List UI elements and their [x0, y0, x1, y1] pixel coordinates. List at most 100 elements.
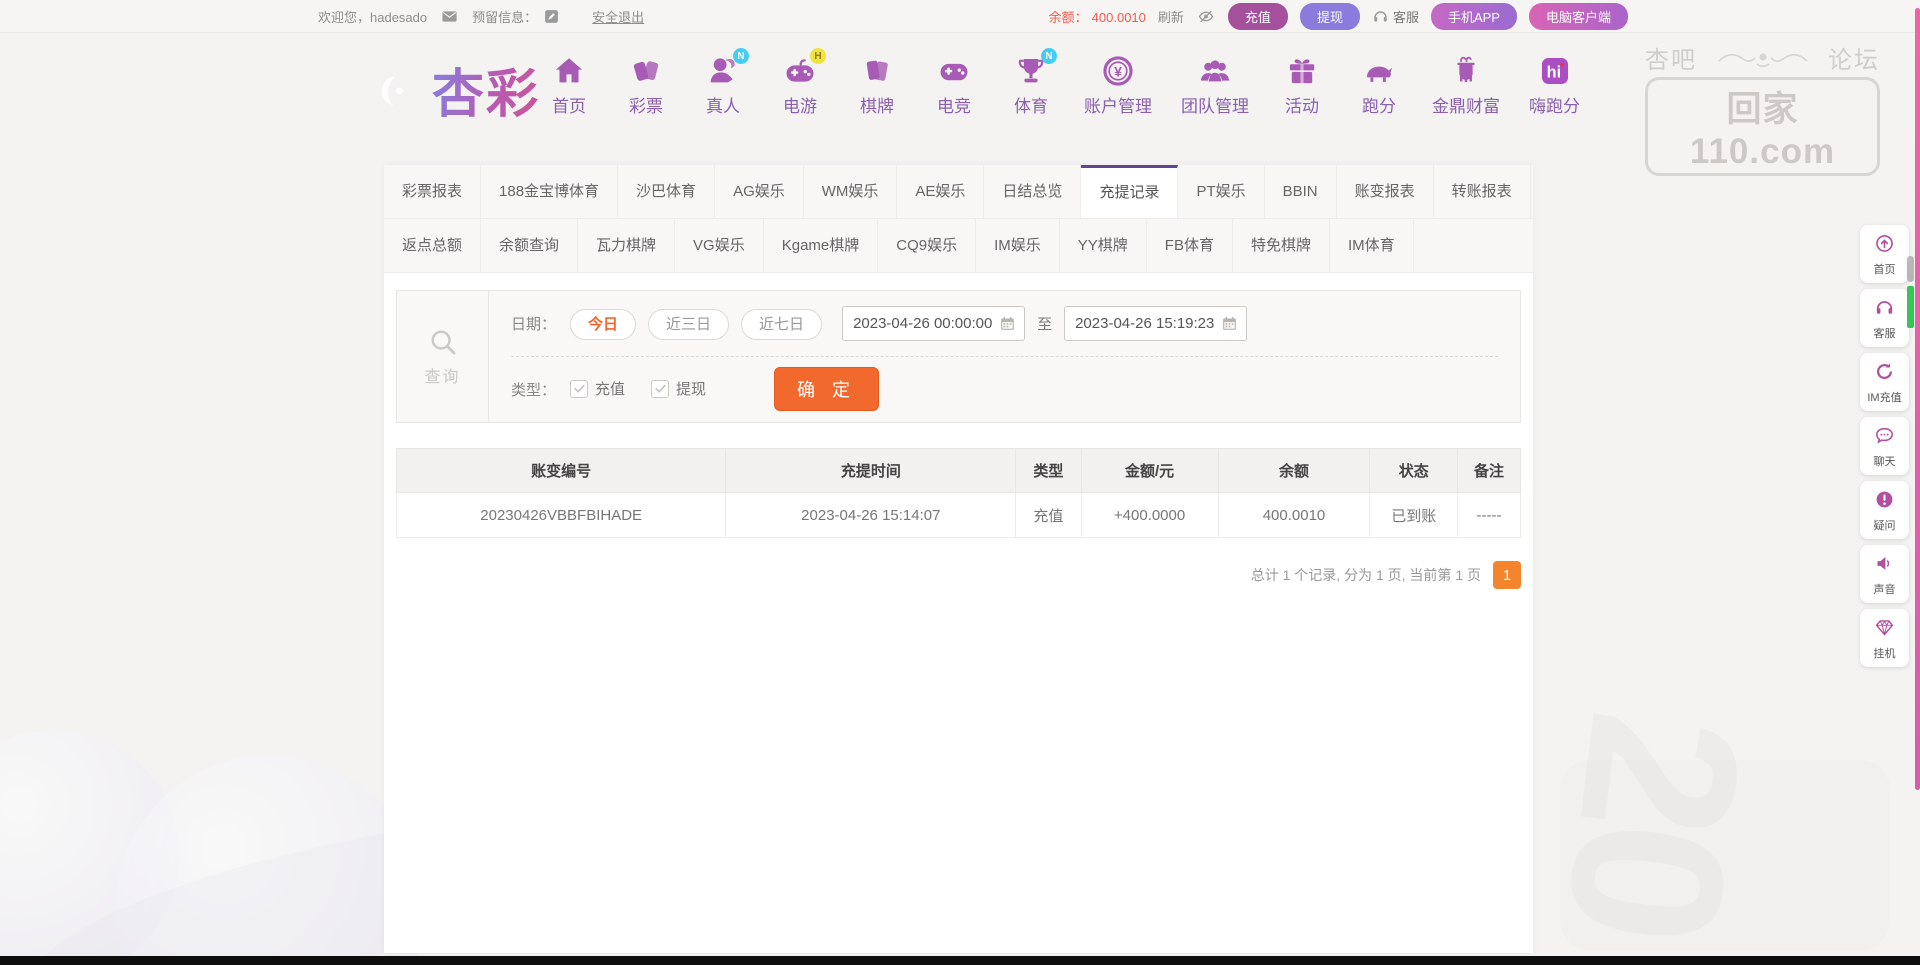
tab-VG娱乐[interactable]: VG娱乐 [675, 219, 764, 272]
tab-彩票报表[interactable]: 彩票报表 [384, 165, 481, 218]
pc-client-button[interactable]: 电脑客户端 [1529, 3, 1628, 30]
table-cell: 2023-04-26 15:14:07 [726, 493, 1016, 538]
withdraw-button[interactable]: 提现 [1300, 3, 1360, 30]
nav-item-vessel[interactable]: 金鼎财富 [1432, 54, 1500, 117]
headset-icon [1874, 297, 1895, 318]
nav-item-esports[interactable]: 电竞 [930, 54, 978, 117]
balance-label: 余额： [1049, 10, 1088, 25]
tab-日结总览[interactable]: 日结总览 [984, 165, 1081, 218]
refresh-button[interactable]: 刷新 [1158, 7, 1184, 26]
tab-沙巴体育[interactable]: 沙巴体育 [618, 165, 715, 218]
tab-转账报表[interactable]: 转账报表 [1434, 165, 1531, 218]
mobile-app-button[interactable]: 手机APP [1431, 3, 1517, 30]
range-last-3-days[interactable]: 近三日 [648, 309, 729, 340]
tab-返点总额[interactable]: 返点总额 [384, 219, 481, 272]
sidebar-item-diamond[interactable]: 挂机 [1860, 609, 1909, 667]
nav-item-home[interactable]: 首页 [545, 54, 593, 117]
calendar-icon [1221, 315, 1238, 332]
table-cell: 20230426VBBFBIHADE [397, 493, 726, 538]
tab-FB体育[interactable]: FB体育 [1147, 219, 1233, 272]
checkbox-icon [651, 380, 669, 398]
tab-IM体育[interactable]: IM体育 [1330, 219, 1414, 272]
range-today[interactable]: 今日 [570, 309, 636, 340]
type-checkbox-withdraw[interactable]: 提现 [651, 378, 706, 399]
date-to-value: 2023-04-26 15:19:23 [1075, 315, 1221, 332]
scrollbar-thumb[interactable] [1907, 256, 1914, 282]
table-cell: 已到账 [1370, 493, 1458, 538]
column-header: 金额/元 [1081, 449, 1218, 493]
table-cell: 充值 [1016, 493, 1081, 538]
nav-item-person[interactable]: N真人 [699, 54, 747, 117]
tab-WM娱乐[interactable]: WM娱乐 [804, 165, 898, 218]
nav-item-tickets[interactable]: 彩票 [622, 54, 670, 117]
nav-item-trophy[interactable]: N体育 [1007, 54, 1055, 117]
column-header: 备注 [1458, 449, 1521, 493]
sidebar-item-refresh[interactable]: IM充值 [1860, 353, 1909, 411]
tab-BBIN[interactable]: BBIN [1265, 165, 1337, 218]
query-fields: 日期： 今日近三日近七日 2023-04-26 00:00:00 至 2023-… [489, 291, 1520, 422]
tab-充提记录[interactable]: 充提记录 [1081, 165, 1178, 218]
nav-item-label: 彩票 [629, 92, 663, 117]
type-checkbox-deposit[interactable]: 充值 [570, 378, 625, 399]
sidebar-item-label: 声音 [1861, 581, 1908, 597]
tab-CQ9娱乐[interactable]: CQ9娱乐 [878, 219, 976, 272]
date-to-input[interactable]: 2023-04-26 15:19:23 [1064, 306, 1247, 341]
nav-item-label: 嗨跑分 [1529, 92, 1580, 117]
tab-AE娱乐[interactable]: AE娱乐 [897, 165, 984, 218]
nav-item-rhino[interactable]: 跑分 [1355, 54, 1403, 117]
chat-icon [1874, 425, 1895, 446]
tab-特免棋牌[interactable]: 特免棋牌 [1233, 219, 1330, 272]
nav-item-people[interactable]: 团队管理 [1181, 54, 1249, 117]
range-last-7-days[interactable]: 近七日 [741, 309, 822, 340]
deposit-button[interactable]: 充值 [1228, 3, 1288, 30]
sidebar-item-label: 聊天 [1861, 453, 1908, 469]
footer-edge [0, 956, 1920, 965]
tab-YY棋牌[interactable]: YY棋牌 [1060, 219, 1147, 272]
tab-账变报表[interactable]: 账变报表 [1337, 165, 1434, 218]
table-cell: 400.0010 [1218, 493, 1370, 538]
mail-icon[interactable] [441, 8, 458, 25]
tab-瓦力棋牌[interactable]: 瓦力棋牌 [578, 219, 675, 272]
edit-pencil-icon[interactable] [543, 8, 560, 25]
welcome-text: 欢迎您，hadesado [318, 7, 427, 26]
sidebar-item-arrow-up-circle[interactable]: 首页 [1860, 225, 1909, 283]
speaker-icon [1874, 553, 1895, 574]
vessel-icon [1449, 54, 1483, 88]
sidebar-item-speaker[interactable]: 声音 [1860, 545, 1909, 603]
nav-item-cards[interactable]: 棋牌 [853, 54, 901, 117]
tab-IM娱乐[interactable]: IM娱乐 [976, 219, 1060, 272]
eye-off-icon[interactable] [1196, 8, 1216, 25]
nav-item-coin[interactable]: 账户管理 [1084, 54, 1152, 117]
nav-item-label: 棋牌 [860, 92, 894, 117]
nav-item-label: 真人 [706, 92, 740, 117]
cards-icon [860, 54, 894, 88]
confirm-button[interactable]: 确 定 [774, 367, 879, 411]
site-logo[interactable]: 杏彩 [364, 52, 540, 127]
customer-service-link[interactable]: 客服 [1372, 7, 1419, 26]
sidebar-item-exclamation[interactable]: 疑问 [1860, 481, 1909, 539]
top-bar: 欢迎您，hadesado 预留信息： 安全退出 余额：400.0010 刷新 充… [0, 0, 1920, 33]
sidebar-item-chat[interactable]: 聊天 [1860, 417, 1909, 475]
column-header: 余额 [1218, 449, 1370, 493]
page-1-button[interactable]: 1 [1493, 561, 1521, 589]
sidebar-item-label: 首页 [1861, 261, 1908, 277]
headset-icon [1372, 8, 1389, 25]
tab-PT娱乐[interactable]: PT娱乐 [1178, 165, 1264, 218]
date-from-input[interactable]: 2023-04-26 00:00:00 [842, 306, 1025, 341]
sidebar-item-headset[interactable]: 客服 [1860, 289, 1909, 347]
nav-item-hiapp[interactable]: 嗨跑分 [1529, 54, 1580, 117]
tab-AG娱乐[interactable]: AG娱乐 [715, 165, 804, 218]
nav-item-label: 首页 [552, 92, 586, 117]
esports-icon [937, 54, 971, 88]
badge-N: N [733, 48, 749, 64]
nav-item-gift[interactable]: 活动 [1278, 54, 1326, 117]
nav-item-label: 账户管理 [1084, 92, 1152, 117]
column-header: 充提时间 [726, 449, 1016, 493]
side-rail [1915, 8, 1920, 790]
type-filter-row: 类型： 充值提现 确 定 [511, 357, 1498, 423]
nav-item-gamepad[interactable]: H电游 [776, 54, 824, 117]
tab-Kgame棋牌[interactable]: Kgame棋牌 [764, 219, 879, 272]
logout-link[interactable]: 安全退出 [592, 7, 644, 26]
tab-余额查询[interactable]: 余额查询 [481, 219, 578, 272]
tab-188金宝博体育[interactable]: 188金宝博体育 [481, 165, 618, 218]
